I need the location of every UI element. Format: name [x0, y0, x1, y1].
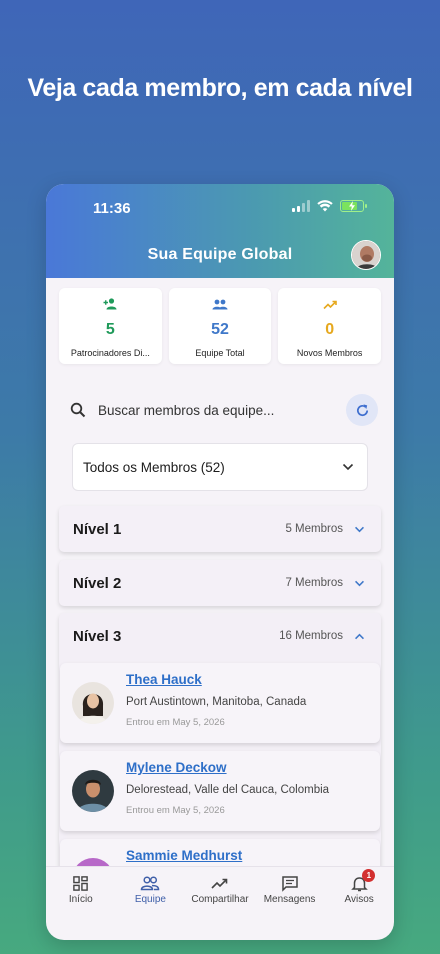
level-name: Nível 3 [73, 627, 122, 645]
nav-item-compartilhar[interactable]: Compartilhar [185, 867, 255, 912]
status-icons [292, 200, 367, 212]
member-card[interactable]: Mylene Deckow Delorestead, Valle del Cau… [60, 751, 380, 831]
refresh-icon [356, 403, 368, 416]
dashboard-icon [73, 876, 89, 891]
nav-label: Início [68, 894, 93, 905]
stat-value: 52 [211, 321, 229, 338]
member-card[interactable]: Thea Hauck Port Austintown, Manitoba, Ca… [60, 663, 380, 743]
member-name-link[interactable]: Mylene Deckow [126, 760, 227, 775]
status-time: 11:36 [93, 200, 131, 217]
message-icon [281, 876, 298, 892]
member-filter-dropdown[interactable]: Todos os Membros (52) [72, 443, 368, 491]
level-count: 5 Membros [285, 523, 343, 535]
member-name-link[interactable]: Sammie Medhurst [126, 848, 242, 863]
profile-avatar[interactable] [351, 240, 381, 270]
member-location: Port Austintown, Manitoba, Canada [126, 696, 307, 708]
app-bar: 11:36 Sua Equipe Global [46, 184, 394, 278]
trending-up-icon [323, 300, 337, 310]
nav-item-inicio[interactable]: Início [46, 867, 116, 912]
stat-card-total[interactable]: 52 Equipe Total [168, 288, 272, 364]
member-joined-date: Entrou em May 5, 2026 [126, 805, 225, 816]
level-row-2[interactable]: Nível 2 7 Membros [59, 560, 381, 606]
search-bar[interactable]: Buscar membros da equipe... [59, 389, 381, 431]
chevron-down-icon [355, 580, 364, 586]
stat-value: 5 [105, 321, 115, 338]
member-joined-date: Entrou em May 5, 2026 [126, 717, 225, 728]
group-icon [212, 299, 228, 310]
stat-card-sponsors[interactable]: 5 Patrocinadores Di... [59, 288, 162, 364]
member-name-link[interactable]: Thea Hauck [126, 672, 202, 687]
marketing-headline: Veja cada membro, em cada nível [27, 74, 413, 102]
notification-badge: 1 [362, 869, 376, 882]
stat-label: Equipe Total [195, 348, 245, 358]
phone-screen: 11:36 Sua Equipe Global 5 Patrocinadores… [46, 184, 394, 940]
signal-icon [292, 200, 310, 212]
stat-label: Novos Membros [296, 348, 363, 358]
nav-item-mensagens[interactable]: Mensagens [255, 867, 325, 912]
level-row-3-expanded: Nível 3 16 Membros Thea Hauck Port Austi… [59, 613, 381, 873]
chevron-up-icon [355, 633, 364, 639]
chevron-down-icon [342, 463, 354, 471]
nav-label: Mensagens [263, 894, 316, 905]
nav-label: Equipe [134, 894, 166, 905]
search-icon [70, 402, 86, 418]
level-name: Nível 1 [73, 520, 122, 538]
stat-value: 0 [325, 321, 335, 338]
level-count: 7 Membros [285, 577, 343, 589]
bottom-navigation: Início Equipe Compartilhar Mensagens 1 A… [46, 866, 394, 912]
refresh-button[interactable] [346, 394, 378, 426]
nav-label: Compartilhar [191, 894, 249, 905]
stat-label: Patrocinadores Di... [70, 348, 150, 358]
team-icon [141, 876, 160, 891]
nav-item-equipe[interactable]: Equipe [116, 867, 186, 912]
chevron-down-icon [355, 526, 364, 532]
level-row-1[interactable]: Nível 1 5 Membros [59, 506, 381, 552]
battery-icon [340, 200, 367, 212]
nav-label: Avisos [344, 894, 374, 905]
nav-item-avisos[interactable]: 1 Avisos [324, 867, 394, 912]
person-add-icon [103, 298, 117, 310]
level-count: 16 Membros [279, 630, 343, 642]
search-input[interactable]: Buscar membros da equipe... [98, 403, 346, 418]
filter-selected: Todos os Membros (52) [83, 459, 225, 475]
stat-card-new[interactable]: 0 Novos Membros [278, 288, 382, 364]
level-row-3[interactable]: Nível 3 16 Membros [59, 613, 381, 659]
stats-row: 5 Patrocinadores Di... 52 Equipe Total 0… [59, 288, 382, 364]
app-title: Sua Equipe Global [147, 246, 293, 263]
member-avatar [72, 682, 114, 724]
wifi-icon [317, 200, 333, 212]
member-avatar [72, 770, 114, 812]
level-name: Nível 2 [73, 574, 122, 592]
share-trend-icon [211, 878, 228, 889]
member-location: Delorestead, Valle del Cauca, Colombia [126, 784, 330, 796]
